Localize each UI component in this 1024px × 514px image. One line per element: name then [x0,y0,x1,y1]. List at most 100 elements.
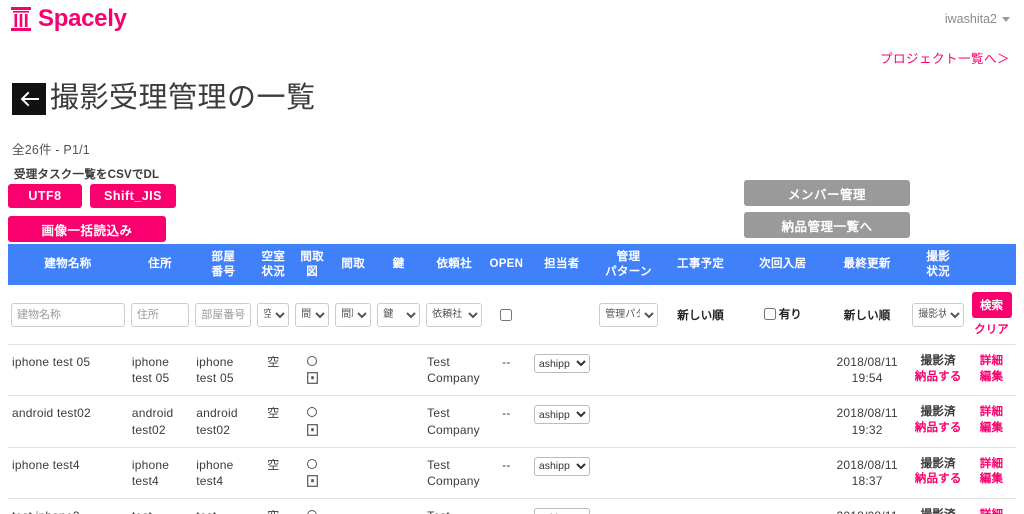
member-admin-button[interactable]: メンバー管理 [744,180,910,207]
deliver-link[interactable]: 納品する [913,421,963,437]
cell-building: iphone test 05 [8,344,128,397]
shoot-done-label: 撮影済 [920,457,956,470]
back-button[interactable] [12,82,46,115]
sort-construction[interactable]: 新しい順 [677,310,724,322]
cell-operations: 詳細編集 [967,498,1016,514]
detail-link[interactable]: 詳細 [971,457,1012,473]
filter-select-vacancy[interactable]: 空室 [257,302,290,327]
search-input-address[interactable] [130,302,190,327]
cell-floorplan [292,447,333,500]
filter-select-client[interactable]: 依頼社 [426,302,483,327]
sort-updated[interactable]: 新しい順 [844,310,891,322]
filter-construction-cell: 新しい順 [660,285,741,346]
cell-open: -- [485,498,528,514]
cell-updated: 2018/08/11 19:54 [824,344,910,397]
edit-link[interactable]: 編集 [971,472,1012,488]
cell-room: test iphone3 [192,498,255,514]
bulk-image-import-button[interactable]: 画像一括読込み [8,216,166,243]
search-input-room[interactable] [195,302,252,327]
edit-link[interactable]: 編集 [971,421,1012,437]
cell-building: android test02 [8,395,128,448]
deliver-link[interactable]: 納品する [913,370,963,386]
filter-select-pattern[interactable]: 管理パターン [599,302,658,327]
cell-building: iphone test4 [8,447,128,500]
cell-assignee: ashipp [527,498,597,514]
csv-download-label: 受理タスク一覧をCSVでDL [14,169,160,182]
filter-floorplan-cell: 間取図 [292,285,333,346]
filter-row: 空室 間取図 間取 鍵 [8,285,1016,346]
table-filter-body: 空室 間取図 間取 鍵 [8,285,1016,346]
cell-floorplan [292,344,333,397]
cell-updated: 2018/08/1118:06 [824,498,910,514]
csv-shiftjis-button[interactable]: Shift_JIS [90,184,176,209]
cell-updated: 2018/08/11 19:32 [824,395,910,448]
cell-next-move [740,395,825,448]
shoot-done-label: 撮影済 [920,355,956,368]
app-root: Spacely iwashita2 プロジェクト一覧へ＞ 撮影受理管理の一覧 全… [0,0,1024,514]
assignee-select[interactable]: ashipp [533,508,590,514]
cell-open: -- [485,395,528,448]
assignee-select[interactable]: ashipp [533,456,590,476]
delivery-list-button[interactable]: 納品管理一覧へ [744,212,910,239]
filter-shoot-status-cell: 撮影状況 [909,285,968,346]
cell-pattern [596,344,661,397]
cell-key [374,498,424,514]
filter-checkbox-open[interactable] [500,308,513,321]
col-management-pattern: 管理 パターン [596,244,661,286]
assignee-select[interactable]: ashipp [533,405,590,425]
record-count: 全26件 - P1/1 [12,143,90,158]
cell-client: Test Company [423,447,486,500]
filter-select-shoot-status[interactable]: 撮影状況 [912,302,965,327]
filter-key-cell: 鍵 [374,285,424,346]
cell-updated: 2018/08/11 18:37 [824,447,910,500]
cell-address: iphone test 05 [127,344,193,397]
col-address: 住所 [127,244,193,286]
search-button[interactable]: 検索 [971,292,1012,319]
detail-link[interactable]: 詳細 [971,508,1012,514]
col-open: OPEN [485,244,528,286]
table-header: 建物名称 住所 部屋 番号 空室 状況 間取図 間取 鍵 依頼社 OPEN 担当者 … [8,244,1016,286]
clear-filters-link[interactable]: クリア [970,321,1013,337]
cell-construction [660,447,741,500]
csv-utf8-button[interactable]: UTF8 [8,184,82,209]
filter-search-cell: 検索 クリア [967,285,1016,346]
cell-madori [332,395,375,448]
filter-assignee-cell [527,285,597,346]
cell-key [374,447,424,500]
cell-vacancy: 空 [254,344,293,397]
project-list-link[interactable]: プロジェクト一覧へ＞ [880,52,1010,66]
cell-room: iphone test4 [192,447,255,500]
search-input-building[interactable] [11,302,125,327]
cell-open: -- [485,344,528,397]
pillar-icon [10,6,32,32]
col-client: 依頼社 [423,244,486,286]
cell-vacancy: 空 [254,498,293,514]
deliver-link[interactable]: 納品する [913,472,963,488]
filter-select-madori[interactable]: 間取 [335,302,372,327]
circle-icon [307,356,318,367]
brand-logo[interactable]: Spacely [10,6,127,32]
filter-next-move-label[interactable]: 有り [763,306,802,322]
arrow-left-icon [20,91,39,107]
col-construction-schedule: 工事予定 [660,244,741,286]
filter-select-key[interactable]: 鍵 [377,302,421,327]
filter-checkbox-next-move[interactable] [763,308,776,321]
cell-pattern [596,498,661,514]
project-link-row: プロジェクト一覧へ＞ [0,38,1024,66]
cell-client: Test Company [423,498,486,514]
cell-construction [660,498,741,514]
cell-next-move [740,447,825,500]
filter-building-cell [8,285,128,346]
detail-link[interactable]: 詳細 [971,354,1012,370]
edit-link[interactable]: 編集 [971,370,1012,386]
cell-construction [660,344,741,397]
filter-select-floorplan[interactable]: 間取図 [295,302,330,327]
filter-updated-cell: 新しい順 [824,285,910,346]
cell-address: android test02 [127,395,193,448]
cell-key [374,344,424,397]
user-menu[interactable]: iwashita2 [945,12,1010,26]
assignee-select[interactable]: ashipp [533,354,590,374]
cell-building: test iphone3 [8,498,128,514]
table-row: android test02 android test02 android test… [8,395,1016,448]
detail-link[interactable]: 詳細 [971,405,1012,421]
